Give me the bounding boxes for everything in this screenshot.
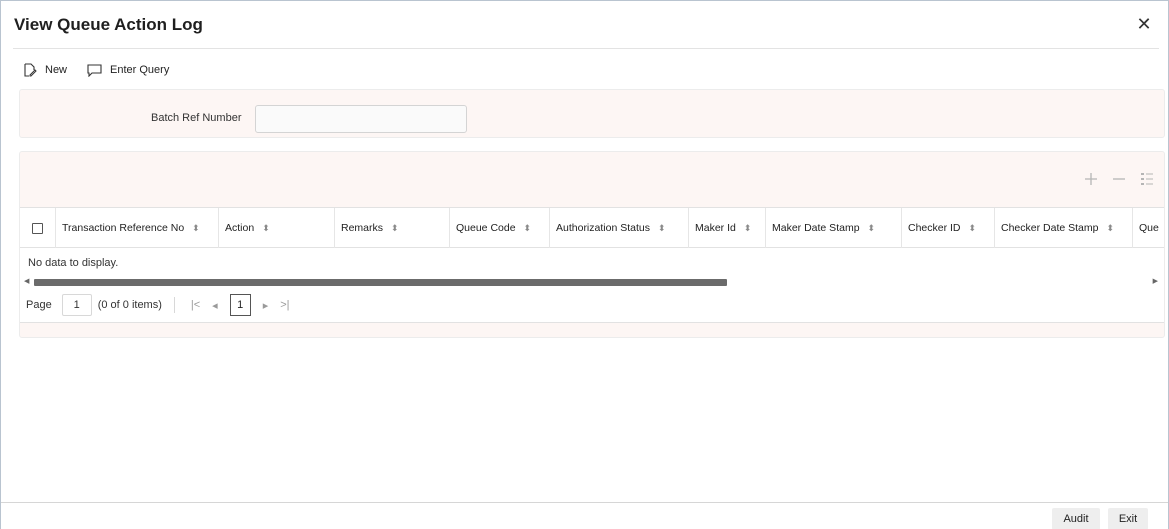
first-page-icon[interactable]: |< [191,299,200,311]
select-all-column [20,208,56,248]
column-header[interactable]: Transaction Reference No ⬍ [56,208,219,248]
close-icon[interactable]: ✕ [1135,15,1153,33]
query-panel: Batch Ref Number [19,89,1165,138]
minus-icon[interactable] [1112,172,1126,186]
column-list-icon[interactable] [1140,172,1154,186]
sort-icon[interactable]: ⬍ [658,223,666,234]
batch-ref-label: Batch Ref Number [151,112,242,124]
column-header-label: Remarks [341,222,384,234]
prev-page-icon[interactable]: ◂ [212,299,218,312]
horizontal-scrollbar[interactable]: ◀ ▶ [20,275,1164,288]
column-header-label: Maker Id [695,222,736,234]
sort-icon[interactable]: ⬍ [391,223,399,234]
title-bar: View Queue Action Log ✕ [13,1,1159,49]
column-header[interactable]: Checker ID ⬍ [902,208,995,248]
exit-button[interactable]: Exit [1108,508,1148,529]
footer-bar: Audit Exit [1,502,1168,529]
results-grid: Transaction Reference No ⬍ Action ⬍ Remark… [20,207,1164,323]
queue-action-log-window: View Queue Action Log ✕ New Enter Query … [0,0,1169,529]
column-header-label: Checker Date Stamp [1001,222,1099,234]
column-header-label: Checker ID [908,222,961,234]
empty-message: No data to display. [28,257,119,269]
scroll-right-icon[interactable]: ▶ [1153,277,1158,285]
new-button-label: New [45,64,68,76]
next-page-icon[interactable]: ▸ [263,299,269,312]
audit-button[interactable]: Audit [1052,508,1100,529]
column-header[interactable]: Queue Code ⬍ [450,208,550,248]
last-page-icon[interactable]: >| [280,299,289,311]
pager-divider [173,297,175,313]
column-header[interactable]: Maker Id ⬍ [689,208,766,248]
enter-query-button[interactable]: Enter Query [87,63,170,77]
column-header[interactable]: Que [1133,208,1164,248]
page-label: Page [26,299,52,311]
sort-icon[interactable]: ⬍ [1106,223,1114,234]
scroll-left-icon[interactable]: ◀ [24,277,29,285]
column-header-label: Authorization Status [556,222,650,234]
grid-tools [1070,172,1154,186]
enter-query-label: Enter Query [110,64,170,76]
sort-icon[interactable]: ⬍ [192,223,200,234]
column-header[interactable]: Checker Date Stamp ⬍ [995,208,1133,248]
batch-ref-input[interactable] [255,105,467,133]
new-document-icon [24,63,37,77]
window-title: View Queue Action Log [14,15,203,34]
plus-icon[interactable] [1084,172,1098,186]
new-button[interactable]: New [23,63,67,77]
column-header-label: Queue Code [456,222,516,234]
sort-icon[interactable]: ⬍ [969,223,977,234]
column-header[interactable]: Remarks ⬍ [335,208,450,248]
scrollbar-thumb[interactable] [34,279,727,286]
toolbar: New Enter Query [23,59,189,81]
items-summary: (0 of 0 items) [97,299,162,311]
column-header-label: Maker Date Stamp [772,222,860,234]
sort-icon[interactable]: ⬍ [524,223,532,234]
grid-header: Transaction Reference No ⬍ Action ⬍ Remark… [20,208,1164,248]
column-header-label: Action [225,222,255,234]
select-all-checkbox[interactable] [32,222,43,234]
current-page-button[interactable]: 1 [229,294,251,316]
sort-icon[interactable]: ⬍ [744,223,752,234]
sort-icon[interactable]: ⬍ [868,223,876,234]
column-header[interactable]: Maker Date Stamp ⬍ [766,208,902,248]
column-header[interactable]: Action ⬍ [219,208,335,248]
scrollbar-track[interactable] [34,279,1152,286]
column-header[interactable]: Authorization Status ⬍ [550,208,689,248]
column-header-label: Transaction Reference No [62,222,185,234]
speech-bubble-icon [87,63,102,77]
sort-icon[interactable]: ⬍ [262,223,270,234]
page-number-input[interactable] [61,294,92,316]
grid-panel: Transaction Reference No ⬍ Action ⬍ Remark… [19,151,1165,338]
pager: Page (0 of 0 items) |< ◂ 1 ▸ >| [26,292,296,318]
column-header-label: Que [1139,222,1159,234]
